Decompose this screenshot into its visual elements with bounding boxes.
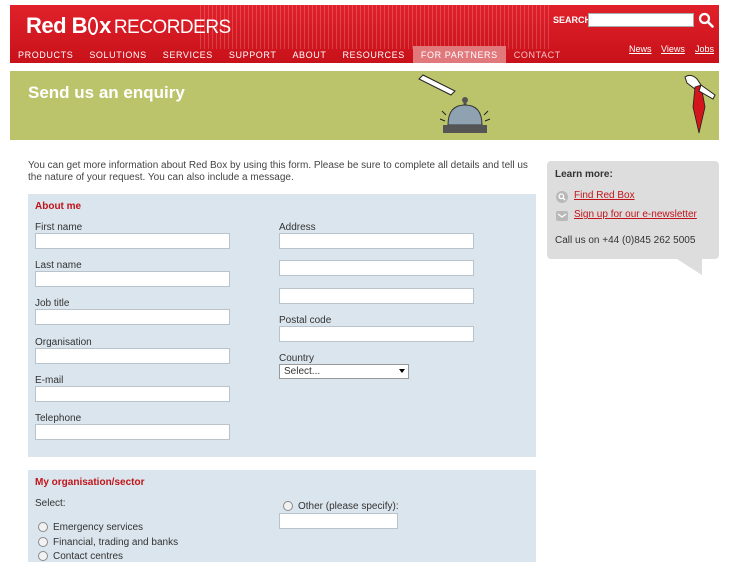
country-select-value: Select... xyxy=(284,366,321,377)
speech-bubble-tail xyxy=(677,259,702,275)
organisation-label: Organisation xyxy=(35,337,92,348)
find-red-box-link[interactable]: Find Red Box xyxy=(574,190,635,201)
hand-with-tie-illustration xyxy=(684,74,716,134)
learn-more-heading: Learn more: xyxy=(555,169,613,180)
radio-emergency-services[interactable] xyxy=(38,522,48,532)
job-title-label: Job title xyxy=(35,298,70,309)
logo-subtitle: RECORDERS xyxy=(113,17,231,38)
nav-for-partners[interactable]: FOR PARTNERS xyxy=(412,46,506,63)
util-link-views[interactable]: Views xyxy=(661,44,685,54)
postal-code-field[interactable] xyxy=(279,326,474,342)
call-us-text: Call us on +44 (0)845 262 5005 xyxy=(555,235,696,246)
radio-financial-trading-banks[interactable] xyxy=(38,537,48,547)
organisation-sector-heading: My organisation/sector xyxy=(35,477,145,488)
newsletter-signup-link[interactable]: Sign up for our e-newsletter xyxy=(574,209,697,220)
telephone-field[interactable] xyxy=(35,424,230,440)
logo-text-end: x xyxy=(99,13,111,38)
nav-services[interactable]: SERVICES xyxy=(155,46,221,63)
nav-support[interactable]: SUPPORT xyxy=(221,46,285,63)
page-banner: Send us an enquiry xyxy=(10,71,719,140)
nav-about[interactable]: ABOUT xyxy=(284,46,334,63)
email-label: E-mail xyxy=(35,375,64,386)
intro-text: You can get more information about Red B… xyxy=(28,160,528,183)
envelope-icon xyxy=(556,211,568,221)
country-label: Country xyxy=(279,353,315,364)
about-me-section: About me First name Last name Job title … xyxy=(28,194,536,457)
nav-resources[interactable]: RESOURCES xyxy=(334,46,412,63)
job-title-field[interactable] xyxy=(35,309,230,325)
organisation-sector-section: My organisation/sector Select: Emergency… xyxy=(28,470,536,562)
last-name-field[interactable] xyxy=(35,271,230,287)
country-select[interactable]: Select... xyxy=(279,364,409,379)
postal-code-label: Postal code xyxy=(279,315,332,326)
header-decoration xyxy=(200,5,550,49)
search-input[interactable] xyxy=(588,13,694,27)
nav-contact[interactable]: CONTACT xyxy=(506,46,569,63)
learn-more-box: Learn more: Find Red Box Sign up for our… xyxy=(547,161,719,259)
radio-contact-centres[interactable] xyxy=(38,551,48,561)
page-title: Send us an enquiry xyxy=(28,83,185,102)
first-name-field[interactable] xyxy=(35,233,230,249)
logo-text: Red B xyxy=(26,13,88,38)
nav-solutions[interactable]: SOLUTIONS xyxy=(81,46,154,63)
other-specify-field[interactable] xyxy=(279,513,398,529)
service-bell-illustration xyxy=(418,74,491,133)
sector-select-label: Select: xyxy=(35,498,66,509)
address-line-3-field[interactable] xyxy=(279,288,474,304)
last-name-label: Last name xyxy=(35,260,82,271)
about-me-heading: About me xyxy=(35,201,82,212)
radio-other[interactable] xyxy=(283,501,293,511)
first-name-label: First name xyxy=(35,222,83,233)
organisation-field[interactable] xyxy=(35,348,230,364)
main-nav: PRODUCTS SOLUTIONS SERVICES SUPPORT ABOU… xyxy=(10,46,569,63)
radio-label-contact-centres: Contact centres xyxy=(53,551,124,562)
telephone-label: Telephone xyxy=(35,413,82,424)
red-box-logo[interactable]: Red B x RECORDERS xyxy=(26,13,231,39)
radio-label-financial-trading-banks: Financial, trading and banks xyxy=(53,537,179,548)
address-label: Address xyxy=(279,222,316,233)
radio-label-emergency-services: Emergency services xyxy=(53,522,144,533)
nav-products[interactable]: PRODUCTS xyxy=(10,46,81,63)
logo-o-icon xyxy=(88,17,99,35)
address-line-1-field[interactable] xyxy=(279,233,474,249)
util-link-jobs[interactable]: Jobs xyxy=(695,44,714,54)
address-line-2-field[interactable] xyxy=(279,260,474,276)
search-icon[interactable] xyxy=(698,12,714,28)
magnifier-icon xyxy=(556,191,568,203)
util-link-news[interactable]: News xyxy=(629,44,652,54)
chevron-down-icon xyxy=(399,369,405,373)
search-label: SEARCH xyxy=(553,15,592,25)
email-field[interactable] xyxy=(35,386,230,402)
radio-label-other: Other (please specify): xyxy=(298,501,399,512)
